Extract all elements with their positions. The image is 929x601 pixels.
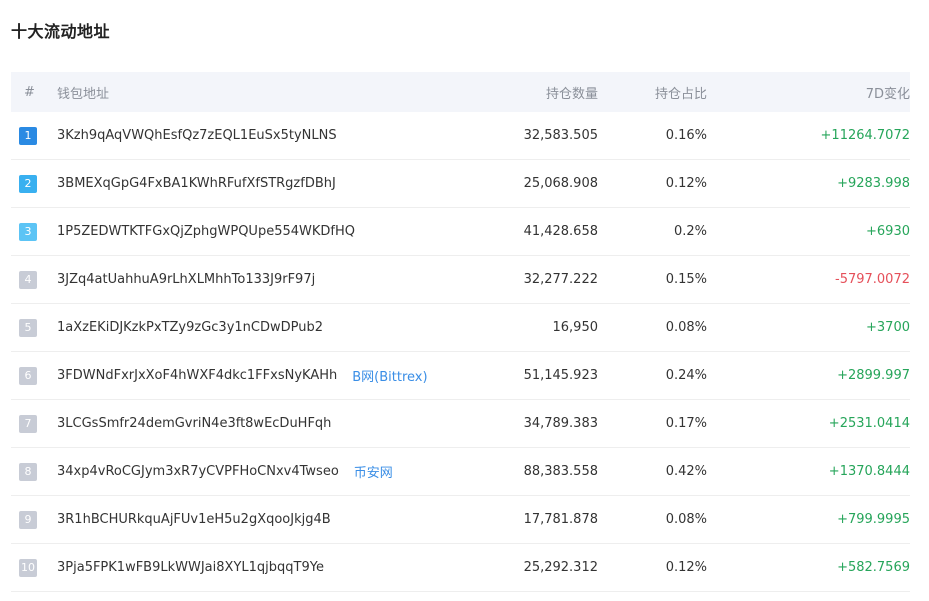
holdings-cell: 17,781.878 [523, 512, 598, 527]
rank-badge: 5 [19, 318, 37, 337]
table-row: 8 34xp4vRoCGJym3xR7yCVPFHoCNxv4Twseo 币安网 88… [11, 448, 910, 496]
rank-badge: 9 [19, 510, 37, 529]
address-cell: 3FDWNdFxrJxXoF4hWXF4dkc1FFxsNyKAHh B网(Bit… [57, 366, 467, 385]
change-7d-cell: +1370.8444 [828, 464, 910, 479]
holdings-cell: 16,950 [552, 320, 599, 335]
col-change-header[interactable]: 7D变化 [707, 83, 910, 102]
percent-cell: 0.12% [665, 176, 707, 191]
col-rank-header: # [24, 84, 35, 100]
change-7d-cell: +6930 [866, 224, 910, 239]
percent-cell: 0.08% [665, 512, 707, 527]
address-cell: 3BMEXqGpG4FxBA1KWhRFufXfSTRgzfDBhJ [57, 176, 467, 191]
wallet-address-link[interactable]: 3Kzh9qAqVWQhEsfQz7zEQL1EuSx5tyNLNS [57, 128, 337, 143]
percent-cell: 0.12% [665, 560, 707, 575]
address-cell: 3JZq4atUahhuA9rLhXLMhhTo133J9rF97j [57, 272, 467, 287]
table-row: 5 1aXzEKiDJKzkPxTZy9zGc3y1nCDwDPub2 16,950… [11, 304, 910, 352]
rank-cell: 8 [11, 462, 57, 481]
percent-cell: 0.17% [665, 416, 707, 431]
table-row: 7 3LCGsSmfr24demGvriN4e3ft8wEcDuHFqh 34,78… [11, 400, 910, 448]
holdings-cell: 34,789.383 [523, 416, 598, 431]
rank-cell: 1 [11, 126, 57, 145]
wallet-address-link[interactable]: 1P5ZEDWTKTFGxQjZphgWPQUpe554WKDfHQ [57, 224, 355, 239]
rank-badge: 4 [19, 270, 37, 289]
wallet-address-link[interactable]: 3LCGsSmfr24demGvriN4e3ft8wEcDuHFqh [57, 416, 331, 431]
wallet-address-link[interactable]: 1aXzEKiDJKzkPxTZy9zGc3y1nCDwDPub2 [57, 320, 323, 335]
address-cell: 3R1hBCHURkquAjFUv1eH5u2gXqooJkjg4B [57, 512, 467, 527]
table-row: 6 3FDWNdFxrJxXoF4hWXF4dkc1FFxsNyKAHh B网(Bi… [11, 352, 910, 400]
col-address-header: 钱包地址 [57, 86, 110, 102]
address-cell: 1aXzEKiDJKzkPxTZy9zGc3y1nCDwDPub2 [57, 320, 467, 335]
wallet-address-link[interactable]: 3Pja5FPK1wFB9LkWWJai8XYL1qjbqqT9Ye [57, 560, 324, 575]
percent-cell: 0.08% [665, 320, 707, 335]
rank-cell: 4 [11, 270, 57, 289]
holdings-cell: 32,277.222 [523, 272, 598, 287]
rank-cell: 5 [11, 318, 57, 337]
holdings-cell: 41,428.658 [523, 224, 598, 239]
address-cell: 1P5ZEDWTKTFGxQjZphgWPQUpe554WKDfHQ [57, 224, 467, 239]
rank-cell: 3 [11, 222, 57, 241]
rank-badge: 8 [19, 462, 37, 481]
rank-cell: 10 [11, 558, 57, 577]
rank-cell: 7 [11, 414, 57, 433]
table-body: 1 3Kzh9qAqVWQhEsfQz7zEQL1EuSx5tyNLNS 32,58… [11, 112, 910, 592]
percent-cell: 0.42% [665, 464, 707, 479]
table-row: 4 3JZq4atUahhuA9rLhXLMhhTo133J9rF97j 32,27… [11, 256, 910, 304]
rank-badge: 7 [19, 414, 37, 433]
wallet-address-link[interactable]: 3FDWNdFxrJxXoF4hWXF4dkc1FFxsNyKAHh [57, 368, 337, 383]
address-cell: 3Kzh9qAqVWQhEsfQz7zEQL1EuSx5tyNLNS [57, 128, 467, 143]
table-row: 9 3R1hBCHURkquAjFUv1eH5u2gXqooJkjg4B 17,78… [11, 496, 910, 544]
col-percent-header[interactable]: 持仓占比 [598, 83, 707, 102]
rank-badge: 3 [19, 222, 37, 241]
address-table: # 钱包地址 持仓数量 持仓占比 7D变化 1 3Kzh9qAqVWQhEsfQz… [11, 72, 910, 592]
rank-badge: 6 [19, 366, 37, 385]
rank-cell: 9 [11, 510, 57, 529]
change-7d-cell: +2531.0414 [828, 416, 910, 431]
change-7d-cell: +582.7569 [837, 560, 910, 575]
exchange-tag-link[interactable]: 币安网 [354, 462, 393, 481]
address-cell: 34xp4vRoCGJym3xR7yCVPFHoCNxv4Twseo 币安网 [57, 462, 467, 481]
change-7d-cell: +3700 [866, 320, 910, 335]
table-row: 3 1P5ZEDWTKTFGxQjZphgWPQUpe554WKDfHQ 41,42… [11, 208, 910, 256]
wallet-address-link[interactable]: 3JZq4atUahhuA9rLhXLMhhTo133J9rF97j [57, 272, 315, 287]
wallet-address-link[interactable]: 3BMEXqGpG4FxBA1KWhRFufXfSTRgzfDBhJ [57, 176, 336, 191]
change-7d-cell: +799.9995 [837, 512, 910, 527]
holdings-cell: 51,145.923 [523, 368, 598, 383]
change-7d-cell: +9283.998 [837, 176, 910, 191]
rank-badge: 1 [19, 126, 37, 145]
holdings-cell: 32,583.505 [523, 128, 598, 143]
rank-cell: 2 [11, 174, 57, 193]
page-title: 十大流动地址 [11, 22, 111, 41]
wallet-address-link[interactable]: 3R1hBCHURkquAjFUv1eH5u2gXqooJkjg4B [57, 512, 331, 527]
holdings-cell: 88,383.558 [523, 464, 598, 479]
holdings-cell: 25,068.908 [523, 176, 598, 191]
rank-badge: 2 [19, 174, 37, 193]
address-cell: 3LCGsSmfr24demGvriN4e3ft8wEcDuHFqh [57, 416, 467, 431]
percent-cell: 0.2% [673, 224, 707, 239]
address-cell: 3Pja5FPK1wFB9LkWWJai8XYL1qjbqqT9Ye [57, 560, 467, 575]
exchange-tag-link[interactable]: B网(Bittrex) [352, 366, 427, 385]
table-row: 10 3Pja5FPK1wFB9LkWWJai8XYL1qjbqqT9Ye 25,2… [11, 544, 910, 592]
wallet-address-link[interactable]: 34xp4vRoCGJym3xR7yCVPFHoCNxv4Twseo [57, 464, 339, 479]
holdings-cell: 25,292.312 [523, 560, 598, 575]
change-7d-cell: +11264.7072 [820, 128, 910, 143]
percent-cell: 0.16% [665, 128, 707, 143]
percent-cell: 0.24% [665, 368, 707, 383]
col-holdings-header[interactable]: 持仓数量 [467, 83, 598, 102]
table-row: 2 3BMEXqGpG4FxBA1KWhRFufXfSTRgzfDBhJ 25,06… [11, 160, 910, 208]
table-header: # 钱包地址 持仓数量 持仓占比 7D变化 [11, 72, 910, 112]
table-row: 1 3Kzh9qAqVWQhEsfQz7zEQL1EuSx5tyNLNS 32,58… [11, 112, 910, 160]
change-7d-cell: -5797.0072 [835, 272, 910, 287]
rank-badge: 10 [19, 558, 37, 577]
change-7d-cell: +2899.997 [837, 368, 910, 383]
top-ten-addresses-page: 十大流动地址 # 钱包地址 持仓数量 持仓占比 7D变化 1 3Kzh9qAqVW… [0, 0, 929, 601]
rank-cell: 6 [11, 366, 57, 385]
percent-cell: 0.15% [665, 272, 707, 287]
